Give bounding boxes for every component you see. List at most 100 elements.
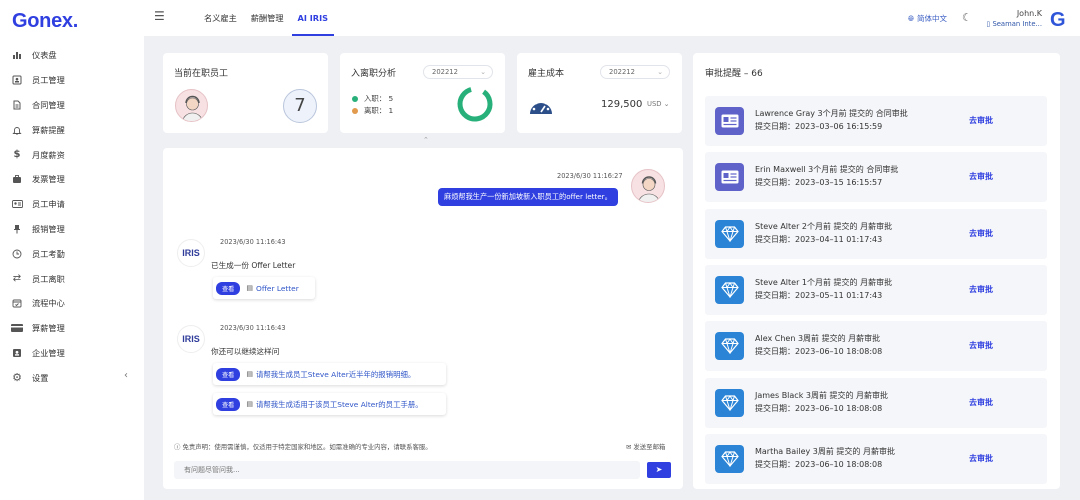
globe-icon: 🌐︎ [908,13,914,23]
sidebar-item-label: 员工考勤 [32,248,65,259]
language-switch[interactable]: 🌐︎ 简体中文 [908,13,947,24]
sidebar-item-label: 月度薪资 [32,149,65,160]
sidebar-item-resignation[interactable]: ⇄ 员工离职 [0,266,144,291]
document-icon: ▤ [246,400,253,408]
approval-summary: Lawrence Gray 3个月前 提交的 合同审批 [755,109,908,118]
sidebar-item-settings[interactable]: ⚙ 设置 [0,365,144,390]
chevron-down-icon: ⌄ [663,100,670,108]
sidebar-item-payroll-reminder[interactable]: 算薪提醒 [0,117,144,142]
chevron-down-icon: ⌄ [657,68,663,76]
tab-compensation[interactable]: 薪酬管理 [245,0,290,36]
reply-text: 你还可以继续这样问 [211,347,280,356]
view-button[interactable]: 查看 [216,367,241,381]
contact-icon [11,347,23,359]
tab-eor[interactable]: 名义雇主 [198,0,243,36]
document-icon: ▤ [246,370,253,378]
sidebar-item-company[interactable]: 企业管理 [0,341,144,366]
dark-mode-icon[interactable]: ☾ [962,11,972,24]
approvals-panel: 审批提醒 – 66 Lawrence Gray 3个月前 提交的 合同审批 提交日… [693,53,1060,489]
avatar [175,89,208,122]
calendar-check-icon [11,297,23,309]
send-icon: ➤ [655,465,663,474]
go-approve-button[interactable]: 去审批 [969,340,993,351]
account-badge[interactable]: G [1050,10,1070,30]
send-button[interactable]: ➤ [647,462,671,478]
go-approve-button[interactable]: 去审批 [969,284,993,295]
sidebar-item-label: 报销管理 [32,223,65,234]
document-icon [11,99,23,111]
collapse-sidebar-icon[interactable]: ‹ [124,370,128,381]
info-icon: ⓘ [174,443,181,451]
badge-icon [11,198,23,210]
brand-logo[interactable]: Gonex. [12,10,78,33]
suggestion-link[interactable]: 请帮我生成员工Steve Alter近半年的报销明细。 [256,369,415,380]
sidebar-item-invoices[interactable]: 发票管理 [0,167,144,192]
top-tabs: 名义雇主 薪酬管理 AI IRIS [198,0,336,36]
contract-card-icon [715,163,744,191]
diamond-icon [715,389,744,417]
sidebar-item-label: 算薪管理 [32,323,65,334]
cost-amount: 129,500 [601,99,643,110]
disclaimer: ⓘ 免责声明：使用需谨慎，仅适用于特定国家和地区。如需准确的专业内容，请联系客服… [174,443,432,451]
turnover-card: 入离职分析 202212 ⌄ 入职： 5 离职： 1 [340,53,505,133]
card-title: 入离职分析 [351,69,397,79]
contract-card-icon [715,107,744,135]
user-info[interactable]: John.K ▯ Seaman Inte... [986,9,1042,28]
cost-period-select[interactable]: 202212 ⌄ [600,65,670,79]
approval-date: 提交日期：2023–06–10 18:08:08 [755,347,883,356]
suggestion-option: 查看 ▤ 请帮我生成适用于该员工Steve Alter的员工手册。 [213,393,446,415]
suggestion-option: 查看 ▤ 请帮我生成员工Steve Alter近半年的报销明细。 [213,363,446,385]
sidebar: Gonex. 仪表盘 员工管理 合同管理 算薪提醒 $ 月度薪资 发票管理 员工… [0,0,144,500]
go-approve-button[interactable]: 去审批 [969,453,993,464]
sidebar-item-applications[interactable]: 员工申请 [0,192,144,217]
sidebar-item-reimbursement[interactable]: 报销管理 [0,217,144,242]
language-label: 简体中文 [917,14,947,23]
top-bar: ☰ 名义雇主 薪酬管理 AI IRIS 🌐︎ 简体中文 ☾ John.K ▯ S… [144,0,1080,36]
approval-date: 提交日期：2023–06–10 18:08:08 [755,460,883,469]
go-approve-button[interactable]: 去审批 [969,171,993,182]
gauge-icon [530,98,552,114]
approval-summary: James Black 3周前 提交的 月薪审批 [755,391,889,400]
collapse-cards-icon[interactable]: ⌃ [423,136,429,144]
approval-item: James Black 3周前 提交的 月薪审批 提交日期：2023–06–10 … [705,378,1047,428]
sidebar-item-payroll[interactable]: 算薪管理 [0,316,144,341]
sidebar-item-monthly-salary[interactable]: $ 月度薪资 [0,142,144,167]
bar-chart-icon [11,49,23,61]
turnover-donut [457,86,493,122]
sidebar-item-workflow[interactable]: 流程中心 [0,291,144,316]
send-to-email-button[interactable]: ✉ 发送至邮箱 [626,442,665,451]
go-approve-button[interactable]: 去审批 [969,397,993,408]
reply-timestamp: 2023/6/30 11:16:43 [220,324,286,332]
company-name: ▯ Seaman Inte... [986,20,1042,28]
sidebar-item-attendance[interactable]: 员工考勤 [0,241,144,266]
sidebar-item-label: 设置 [32,372,49,383]
sidebar-item-contracts[interactable]: 合同管理 [0,93,144,118]
employer-cost-card: 雇主成本 202212 ⌄ 129,500 USD ⌄ [517,53,682,133]
currency-select[interactable]: USD ⌄ [647,100,669,108]
go-approve-button[interactable]: 去审批 [969,115,993,126]
sidebar-item-label: 算薪提醒 [32,124,65,135]
tab-ai-iris[interactable]: AI IRIS [291,0,335,36]
id-card-icon [11,74,23,86]
sidebar-item-dashboard[interactable]: 仪表盘 [0,43,144,68]
diamond-icon [715,445,744,473]
offer-letter-link[interactable]: Offer Letter [256,284,299,293]
card-title: 当前在职员工 [174,69,229,79]
chevron-down-icon: ⌄ [480,68,486,76]
view-button[interactable]: 查看 [216,281,241,295]
approval-date: 提交日期：2023–03–06 16:15:59 [755,122,883,131]
chat-input[interactable] [174,461,640,479]
approval-item: Martha Bailey 3周前 提交的 月薪审批 提交日期：2023–06–1… [705,434,1047,484]
suggestion-link[interactable]: 请帮我生成适用于该员工Steve Alter的员工手册。 [256,399,423,410]
go-approve-button[interactable]: 去审批 [969,228,993,239]
sidebar-item-label: 员工管理 [32,75,65,86]
employee-count-card: 当前在职员工 7 [163,53,328,133]
menu-toggle-icon[interactable]: ☰ [154,9,165,23]
offboard-legend: 离职： 1 [352,105,393,116]
view-button[interactable]: 查看 [216,397,241,411]
reply-timestamp: 2023/6/30 11:16:43 [220,238,286,246]
turnover-period-select[interactable]: 202212 ⌄ [423,65,493,79]
card-icon [11,322,23,334]
dollar-icon: $ [13,149,21,161]
sidebar-item-employees[interactable]: 员工管理 [0,68,144,93]
